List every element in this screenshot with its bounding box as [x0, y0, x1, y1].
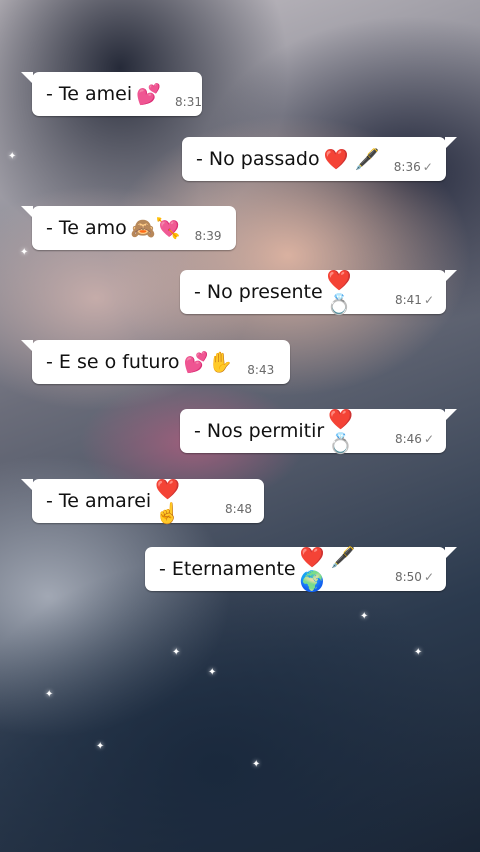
hearts-hand-icon: 💕✋: [183, 350, 234, 374]
sparkle-icon: ✦: [172, 647, 181, 658]
message-bubble-outgoing[interactable]: - No presente ❤️ 💍 8:41 ✓: [180, 268, 457, 316]
message-time: 8:48: [225, 502, 252, 516]
message-bubble-incoming[interactable]: - E se o futuro 💕✋ 8:43: [21, 340, 290, 384]
message-row: - No presente ❤️ 💍 8:41 ✓: [0, 268, 480, 316]
message-row: - No passado ❤️ 🖋️ 8:36 ✓: [0, 137, 480, 181]
message-time: 8:43: [247, 363, 275, 377]
message-row: - Nos permitir ❤️ 💍 8:46 ✓: [0, 407, 480, 455]
sparkle-icon: ✦: [252, 759, 261, 770]
sparkle-icon: ✦: [360, 611, 369, 622]
message-row: - Eternamente ❤️ 🖋️ 🌍 8:50 ✓: [0, 545, 480, 593]
message-text: - Te amarei: [46, 490, 152, 512]
message-bubble-incoming[interactable]: - Te amarei ❤️ ☝️ 8:48: [21, 477, 264, 525]
message-row: - E se o futuro 💕✋ 8:43: [0, 340, 480, 384]
message-text: - E se o futuro: [46, 351, 180, 373]
monkey-heart-arrow-icon: 🙈💘: [130, 216, 181, 240]
message-row: - Te amarei ❤️ ☝️ 8:48: [0, 477, 480, 525]
message-row: - Te amo 🙈💘 8:39: [0, 206, 480, 250]
message-text: - No presente: [194, 281, 323, 303]
sparkle-icon: ✦: [208, 667, 217, 678]
message-row: - Te amei 💕 8:31: [0, 72, 480, 116]
read-check-icon: ✓: [422, 160, 433, 174]
message-time: 8:46: [394, 432, 422, 446]
message-text: - Eternamente: [159, 558, 296, 580]
heart-pen-icon: ❤️ 🖋️: [323, 147, 380, 171]
heart-ring-icon: ❤️ 💍: [328, 407, 354, 455]
message-bubble-outgoing[interactable]: - Nos permitir ❤️ 💍 8:46 ✓: [180, 407, 457, 455]
message-time: 8:39: [194, 229, 222, 243]
message-time: 8:36: [393, 160, 421, 174]
message-text: - Nos permitir: [194, 420, 325, 442]
message-text: - No passado: [196, 148, 320, 170]
message-bubble-incoming[interactable]: - Te amo 🙈💘 8:39: [21, 206, 236, 250]
message-time: 8:31: [175, 95, 202, 109]
message-bubble-incoming[interactable]: - Te amei 💕 8:31: [21, 72, 202, 116]
message-time: 8:41: [394, 293, 422, 307]
message-text: - Te amo: [46, 217, 127, 239]
read-check-icon: ✓: [423, 570, 434, 584]
heart-pen-globe-icon: ❤️ 🖋️ 🌍: [299, 545, 356, 593]
message-time: 8:50: [394, 570, 422, 584]
message-bubble-outgoing[interactable]: - Eternamente ❤️ 🖋️ 🌍 8:50 ✓: [145, 545, 457, 593]
heart-ring-icon: ❤️ 💍: [326, 268, 352, 316]
sparkle-icon: ✦: [96, 741, 105, 752]
two-hearts-icon: 💕: [136, 82, 162, 106]
read-check-icon: ✓: [423, 293, 434, 307]
heart-finger-icon: ❤️ ☝️: [155, 477, 181, 525]
sparkle-icon: ✦: [414, 647, 423, 658]
message-text: - Te amei: [46, 83, 133, 105]
read-check-icon: ✓: [423, 432, 434, 446]
message-bubble-outgoing[interactable]: - No passado ❤️ 🖋️ 8:36 ✓: [182, 137, 457, 181]
sparkle-icon: ✦: [45, 689, 54, 700]
